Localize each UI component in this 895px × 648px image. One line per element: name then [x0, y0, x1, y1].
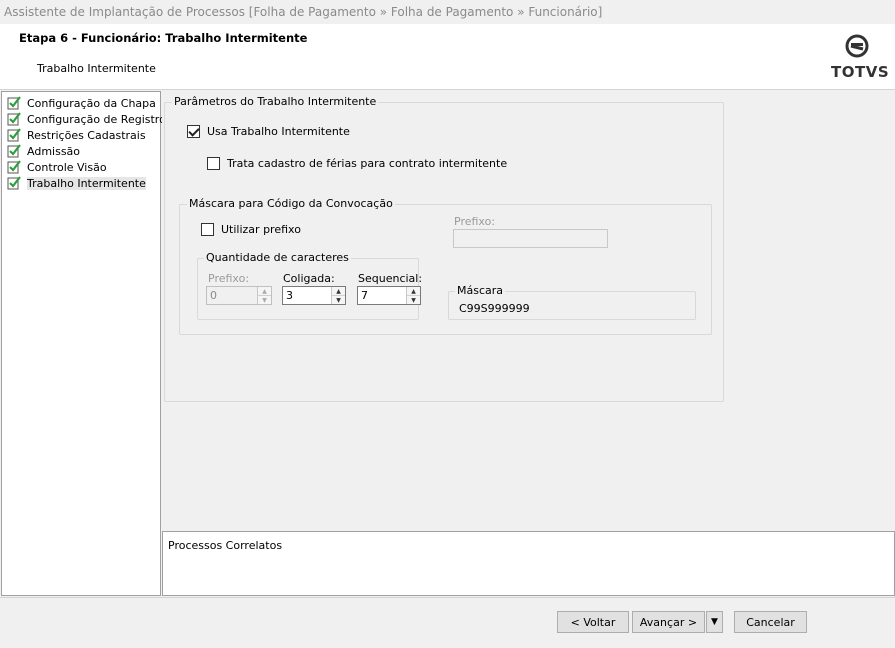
- green-check-icon: [7, 96, 21, 110]
- stepper-arrows: ▲ ▼: [257, 287, 271, 304]
- stepper-down-icon[interactable]: ▼: [258, 295, 271, 304]
- totvs-logo-icon: [845, 34, 869, 58]
- coligada-label: Coligada:: [283, 272, 335, 285]
- quantidade-group-title: Quantidade de caracteres: [204, 251, 351, 265]
- window-title: Assistente de Implantação de Processos […: [0, 0, 895, 24]
- green-check-icon: [7, 160, 21, 174]
- trata-ferias-label: Trata cadastro de férias para contrato i…: [227, 157, 508, 170]
- stepper-down-icon[interactable]: ▼: [332, 295, 345, 304]
- stepper-up-icon[interactable]: ▲: [332, 287, 345, 295]
- mascara-display-group: Máscara C99S999999: [448, 284, 696, 320]
- green-check-icon: [7, 176, 21, 190]
- tree-item-label: Restrições Cadastrais: [27, 128, 146, 142]
- sequencial-value: 7: [361, 289, 368, 302]
- steps-tree: Configuração da Chapa Configuração de Re…: [1, 91, 166, 596]
- green-check-icon: [7, 144, 21, 158]
- tree-item-label: Configuração da Chapa: [27, 96, 156, 110]
- mascara-value: C99S999999: [459, 302, 530, 315]
- checkbox-unchecked-icon: [207, 157, 220, 170]
- wizard-footer: < Voltar Avançar > ▼ Cancelar: [0, 597, 895, 648]
- checkbox-checked-icon: [187, 125, 200, 138]
- wizard-header: Etapa 6 - Funcionário: Trabalho Intermit…: [0, 24, 895, 90]
- back-button[interactable]: < Voltar: [557, 611, 629, 633]
- mascara-group: Máscara para Código da Convocação Utiliz…: [179, 197, 712, 335]
- step-title: Etapa 6 - Funcionário: Trabalho Intermit…: [19, 31, 308, 45]
- quantidade-group: Quantidade de caracteres Prefixo: 0 ▲ ▼ …: [197, 251, 423, 320]
- qtd-prefixo-label: Prefixo:: [208, 272, 250, 285]
- content-panel: Parâmetros do Trabalho Intermitente Usa …: [162, 91, 895, 531]
- tree-item-restricoes-cadastrais[interactable]: Restrições Cadastrais: [7, 127, 146, 143]
- step-subtitle: Trabalho Intermitente: [37, 62, 156, 75]
- sequencial-label: Sequencial:: [358, 272, 423, 285]
- utilizar-prefixo-label: Utilizar prefixo: [221, 223, 301, 236]
- tree-item-label: Controle Visão: [27, 160, 107, 174]
- qtd-prefixo-value: 0: [210, 289, 217, 302]
- params-group-title: Parâmetros do Trabalho Intermitente: [172, 95, 379, 109]
- utilizar-prefixo-checkbox[interactable]: Utilizar prefixo: [201, 223, 301, 236]
- sequencial-stepper[interactable]: 7 ▲ ▼: [357, 286, 421, 305]
- stepper-up-icon[interactable]: ▲: [407, 287, 420, 295]
- tree-item-label: Trabalho Intermitente: [27, 176, 146, 190]
- green-check-icon: [7, 128, 21, 142]
- tree-item-controle-visao[interactable]: Controle Visão: [7, 159, 107, 175]
- usa-trabalho-checkbox[interactable]: Usa Trabalho Intermitente: [187, 125, 350, 138]
- tree-item-admissao[interactable]: Admissão: [7, 143, 80, 159]
- checkbox-unchecked-icon: [201, 223, 214, 236]
- params-group: Parâmetros do Trabalho Intermitente Usa …: [164, 95, 724, 402]
- stepper-arrows: ▲ ▼: [406, 287, 420, 304]
- coligada-stepper[interactable]: 3 ▲ ▼: [282, 286, 346, 305]
- prefixo-input[interactable]: [453, 229, 608, 248]
- tree-item-configuracao-registro[interactable]: Configuração de Registro: [7, 111, 166, 127]
- tree-item-label: Admissão: [27, 144, 81, 158]
- stepper-down-icon[interactable]: ▼: [407, 295, 420, 304]
- logo-text: TOTVS: [831, 63, 890, 81]
- tree-item-label: Configuração de Registro: [27, 112, 166, 126]
- green-check-icon: [7, 112, 21, 126]
- totvs-logo: TOTVS: [831, 34, 890, 82]
- next-button[interactable]: Avançar >: [632, 611, 705, 633]
- qtd-prefixo-stepper[interactable]: 0 ▲ ▼: [206, 286, 272, 305]
- mascara-group-title: Máscara para Código da Convocação: [187, 197, 395, 211]
- tree-item-configuracao-chapa[interactable]: Configuração da Chapa: [7, 95, 156, 111]
- usa-trabalho-label: Usa Trabalho Intermitente: [207, 125, 350, 138]
- trata-ferias-checkbox[interactable]: Trata cadastro de férias para contrato i…: [207, 157, 507, 170]
- stepper-arrows: ▲ ▼: [331, 287, 345, 304]
- cancel-button[interactable]: Cancelar: [734, 611, 807, 633]
- related-processes-panel: Processos Correlatos: [162, 531, 895, 596]
- mascara-display-title: Máscara: [455, 284, 506, 298]
- stepper-up-icon[interactable]: ▲: [258, 287, 271, 295]
- related-processes-title: Processos Correlatos: [168, 539, 283, 552]
- prefixo-label: Prefixo:: [454, 215, 496, 228]
- next-dropdown-icon[interactable]: ▼: [706, 611, 723, 633]
- tree-item-trabalho-intermitente[interactable]: Trabalho Intermitente: [7, 175, 146, 191]
- coligada-value: 3: [286, 289, 293, 302]
